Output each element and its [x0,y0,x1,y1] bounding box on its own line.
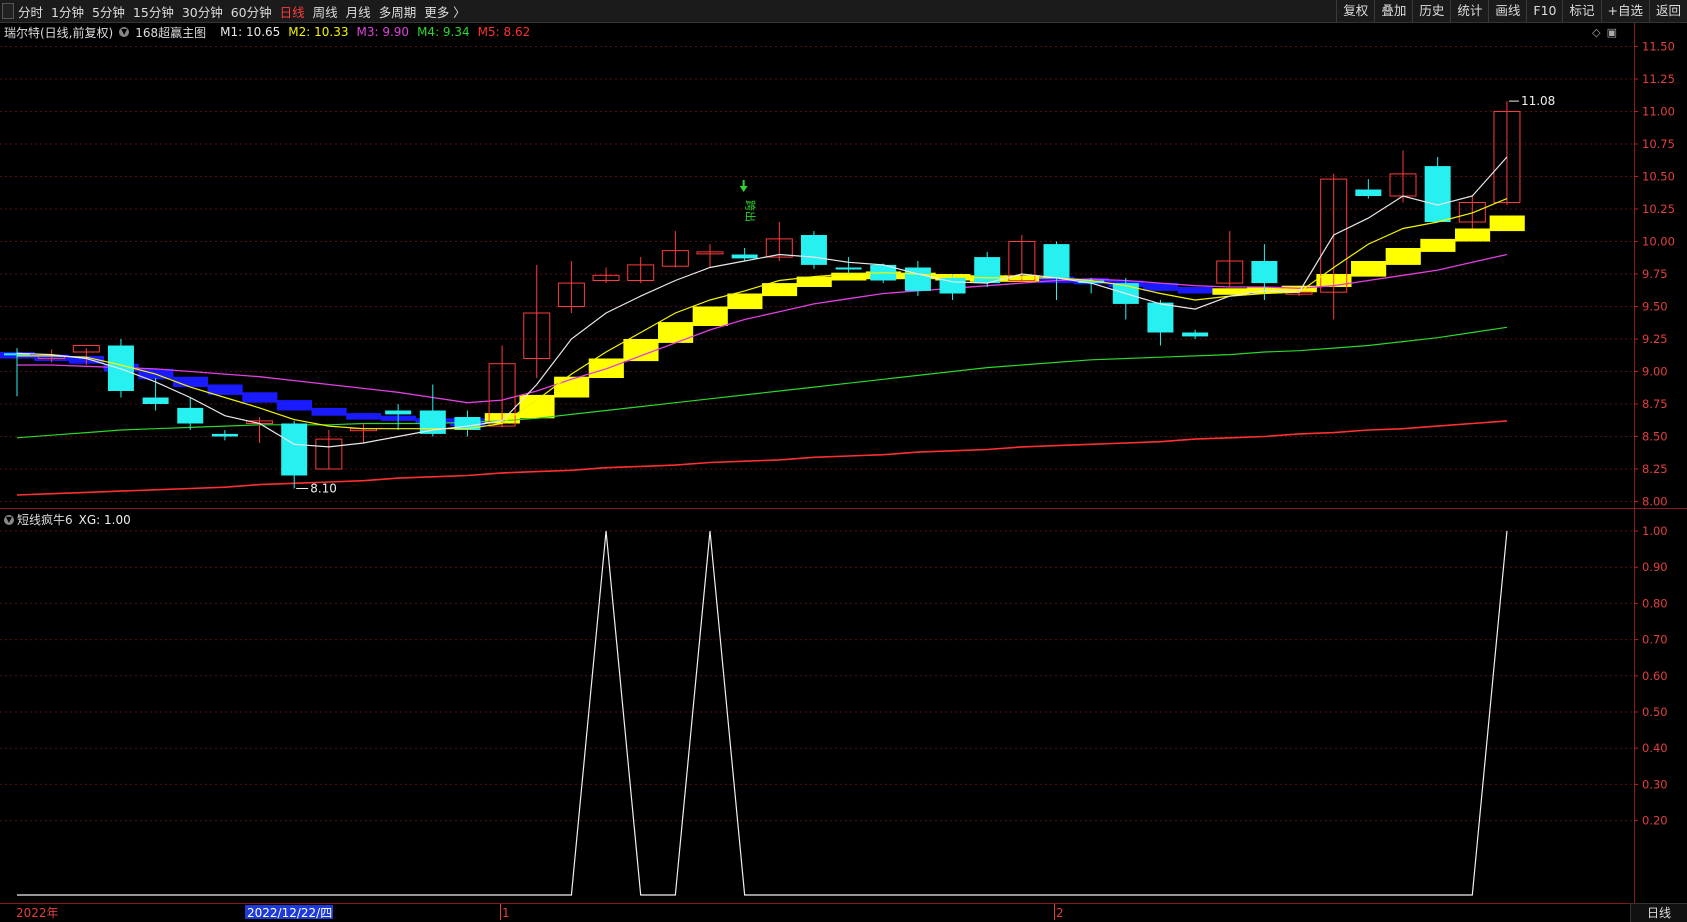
price-tick-label: 8.75 [1642,397,1668,411]
candle-body [1355,189,1382,196]
trend-band-segment [519,394,555,419]
price-tick-label: 10.75 [1642,137,1675,151]
price-tick-label: 11.00 [1642,105,1675,119]
candle-body [281,423,308,476]
candle-body [835,267,862,270]
trend-band-segment [623,339,659,362]
sub-tick-label: 1.00 [1642,524,1668,538]
date-label-selected: 2022/12/22/四 [247,906,332,920]
trend-band-segment [727,293,763,310]
sub-tick-label: 0.20 [1642,814,1668,828]
trend-band-segment [1385,248,1421,265]
price-tick-label: 10.25 [1642,202,1675,216]
ma3-line [17,253,1508,404]
trend-band-segment [242,392,278,403]
sub-tick-label: 0.40 [1642,741,1668,755]
kline-chart[interactable]: 11.5011.2511.0010.7510.5010.2510.009.759… [0,0,1687,921]
period-status[interactable]: 日线 [1630,903,1687,922]
price-tick-label: 8.50 [1642,430,1668,444]
trend-band-segment [761,283,798,297]
signal-label: 跨出 [744,200,758,222]
sub-tick-label: 0.80 [1642,596,1668,610]
candle-body [974,257,1001,284]
high-price-label: 11.08 [1521,94,1555,108]
date-label-year: 2022年 [16,906,59,920]
price-tick-label: 9.50 [1642,300,1668,314]
ma5-line [16,420,1508,496]
signal-arrow-icon [739,180,748,192]
price-tick-label: 10.50 [1642,170,1675,184]
price-tick-label: 9.00 [1642,365,1668,379]
trend-band-segment [1177,287,1213,294]
sub-tick-label: 0.50 [1642,705,1668,719]
sub-indicator-menu-icon[interactable]: ▼ [4,514,14,525]
sub-indicator-value: XG: 1.00 [78,512,131,527]
low-price-label: 8.10 [310,482,337,496]
date-label-month: 2 [1056,906,1064,920]
trend-band-segment [276,400,313,411]
candle-body [454,417,481,430]
price-tick-label: 9.75 [1642,267,1668,281]
xg-line [17,530,1508,896]
candle-body [1182,332,1209,337]
trend-band-segment [311,407,347,416]
candle-body [142,397,169,404]
price-tick-label: 8.25 [1642,462,1668,476]
sub-tick-label: 0.60 [1642,669,1668,683]
trend-band-segment [1454,228,1491,242]
price-tick-label: 8.00 [1642,495,1668,509]
sub-indicator-name[interactable]: 短线疯牛6 [17,511,73,528]
price-tick-label: 11.50 [1642,40,1675,54]
candle-body [1043,244,1070,278]
trend-band-segment [1351,261,1387,277]
candle-body [1424,166,1451,222]
sub-tick-label: 0.30 [1642,777,1668,791]
trend-band-segment [1489,215,1525,232]
trend-band-segment [1420,238,1456,252]
price-tick-label: 10.00 [1642,235,1675,249]
candle-body [211,433,238,437]
trend-band-segment [658,322,694,343]
ma4-line [16,326,1508,439]
sub-tick-label: 0.70 [1642,633,1668,647]
candle-body [1147,302,1174,333]
trend-band-segment [172,376,209,388]
candle-body [385,410,412,415]
price-tick-label: 11.25 [1642,72,1675,86]
candle-body [731,254,758,259]
sub-tick-label: 0.90 [1642,560,1668,574]
candle-body [800,235,827,265]
date-label-month: 1 [502,906,510,920]
trend-band-segment [692,306,728,326]
candle-body [107,345,134,391]
price-tick-label: 9.25 [1642,332,1668,346]
candle-body [177,407,204,424]
candle-body [1251,261,1278,284]
trend-band-segment [346,413,382,420]
sub-chart-info: ▼ 短线疯牛6 XG: 1.00 [4,511,131,528]
